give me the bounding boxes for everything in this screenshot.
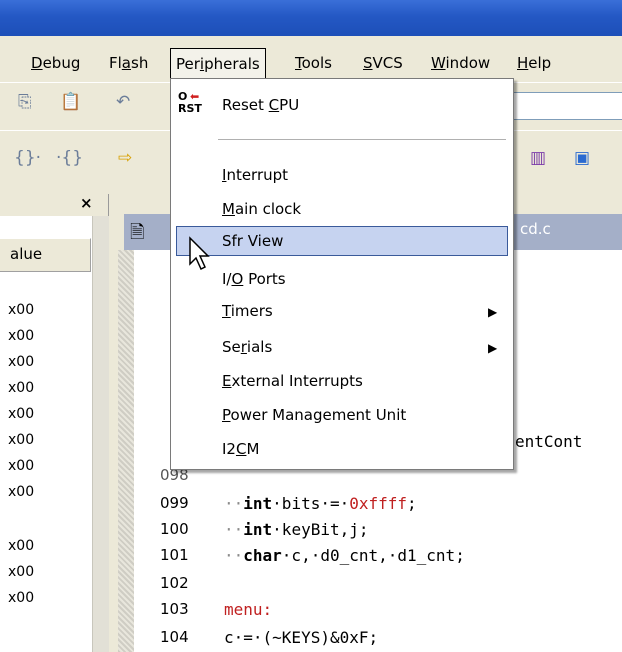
paste-icon[interactable]: ⎘ bbox=[18, 92, 32, 112]
code-line[interactable]: ··char·c,·d0_cnt,·d1_cnt; bbox=[224, 546, 465, 565]
menu-item-i2cm[interactable]: I2CM bbox=[222, 440, 259, 458]
menu-item-serials[interactable]: Serials bbox=[222, 338, 272, 356]
left-value-item: x00 bbox=[8, 380, 35, 396]
code-text: ·c,·d0_cnt,·d1_cnt; bbox=[281, 546, 465, 565]
menu-tools[interactable]: Tools bbox=[290, 50, 337, 76]
toolbar-input[interactable] bbox=[512, 92, 622, 120]
left-value-item: x00 bbox=[8, 564, 35, 580]
code-line[interactable]: ··int·bits·=·0xffff; bbox=[224, 494, 417, 513]
left-value-item: x00 bbox=[8, 432, 35, 448]
run-arrow-icon[interactable]: ⇨ bbox=[118, 148, 132, 168]
left-value-item: x00 bbox=[8, 590, 35, 606]
menu-debug[interactable]: Debug bbox=[26, 50, 85, 76]
partial-code-text: entCont bbox=[515, 432, 583, 451]
left-panel-scrollbar[interactable] bbox=[92, 216, 109, 652]
line-number: 102 bbox=[160, 574, 189, 592]
sfr-icon[interactable]: ▣ bbox=[574, 148, 590, 168]
menu-item-main-clock[interactable]: Main clock bbox=[222, 200, 301, 218]
brace-in-icon[interactable]: {}· bbox=[14, 148, 41, 168]
line-number: 104 bbox=[160, 628, 189, 646]
code-keyword: int bbox=[243, 494, 273, 513]
clipboard-icon[interactable]: 📋 bbox=[60, 92, 81, 112]
left-value-item: x00 bbox=[8, 406, 35, 422]
code-keyword: char bbox=[243, 546, 282, 565]
whitespace-dots: ·· bbox=[224, 520, 244, 539]
left-column-header[interactable]: alue bbox=[0, 238, 91, 272]
code-text: c·=·(~KEYS)&0xF; bbox=[224, 628, 379, 647]
menu-item-i-o-ports[interactable]: I/O Ports bbox=[222, 270, 286, 288]
left-value-item: x00 bbox=[8, 484, 35, 500]
menu-item-interrupt[interactable]: Interrupt bbox=[222, 166, 288, 184]
menu-item-power-management-unit[interactable]: Power Management Unit bbox=[222, 406, 406, 424]
code-text: ; bbox=[407, 494, 417, 513]
menu-item-external-interrupts[interactable]: External Interrupts bbox=[222, 372, 363, 390]
code-line[interactable]: menu: bbox=[224, 600, 272, 619]
left-value-item: x00 bbox=[8, 354, 35, 370]
left-value-item: x00 bbox=[8, 538, 35, 554]
menu-separator bbox=[218, 139, 506, 140]
line-number: 103 bbox=[160, 600, 189, 618]
undo-icon[interactable]: ↶ bbox=[116, 92, 130, 112]
menu-help[interactable]: Help bbox=[512, 50, 556, 76]
code-line[interactable]: ··int·keyBit,j; bbox=[224, 520, 369, 539]
code-line[interactable]: c·=·(~KEYS)&0xF; bbox=[224, 628, 378, 647]
menu-svcs[interactable]: SVCS bbox=[358, 50, 408, 76]
menu-flash[interactable]: Flash bbox=[104, 50, 153, 76]
menu-item-timers[interactable]: Timers bbox=[222, 302, 273, 320]
menu-item-sfr-view[interactable]: Sfr View bbox=[222, 232, 283, 250]
brace-out-icon[interactable]: ·{} bbox=[56, 148, 83, 168]
close-icon[interactable]: × bbox=[80, 194, 93, 212]
left-value-item: x00 bbox=[8, 328, 35, 344]
whitespace-dots: ·· bbox=[224, 546, 244, 565]
whitespace-dots: ·· bbox=[224, 494, 244, 513]
window-titlebar bbox=[0, 0, 622, 36]
document-icon: 🗎 bbox=[130, 222, 145, 243]
line-number: 099 bbox=[160, 494, 189, 512]
waveform-icon[interactable]: ▥ bbox=[530, 148, 546, 168]
code-label: menu: bbox=[224, 600, 273, 619]
menu-item-reset-cpu[interactable]: Reset CPU bbox=[222, 96, 299, 114]
gutter-margin bbox=[118, 250, 134, 652]
submenu-arrow-icon: ▶ bbox=[488, 341, 498, 355]
submenu-arrow-icon: ▶ bbox=[488, 305, 498, 319]
editor-tab-title: cd.c bbox=[520, 220, 551, 238]
mouse-cursor-icon bbox=[189, 236, 210, 271]
code-text: ·bits·=· bbox=[272, 494, 350, 513]
menu-window[interactable]: Window bbox=[426, 50, 495, 76]
code-keyword: int bbox=[243, 520, 273, 539]
code-number: 0xffff bbox=[349, 494, 408, 513]
menu-peripherals[interactable]: Peripherals bbox=[170, 48, 266, 79]
line-number: 101 bbox=[160, 546, 189, 564]
line-number: 100 bbox=[160, 520, 189, 538]
left-value-item: x00 bbox=[8, 458, 35, 474]
left-value-item: x00 bbox=[8, 302, 35, 318]
reset-cpu-icon: O ⬅ RST bbox=[178, 90, 202, 115]
code-text: ·keyBit,j; bbox=[272, 520, 369, 539]
